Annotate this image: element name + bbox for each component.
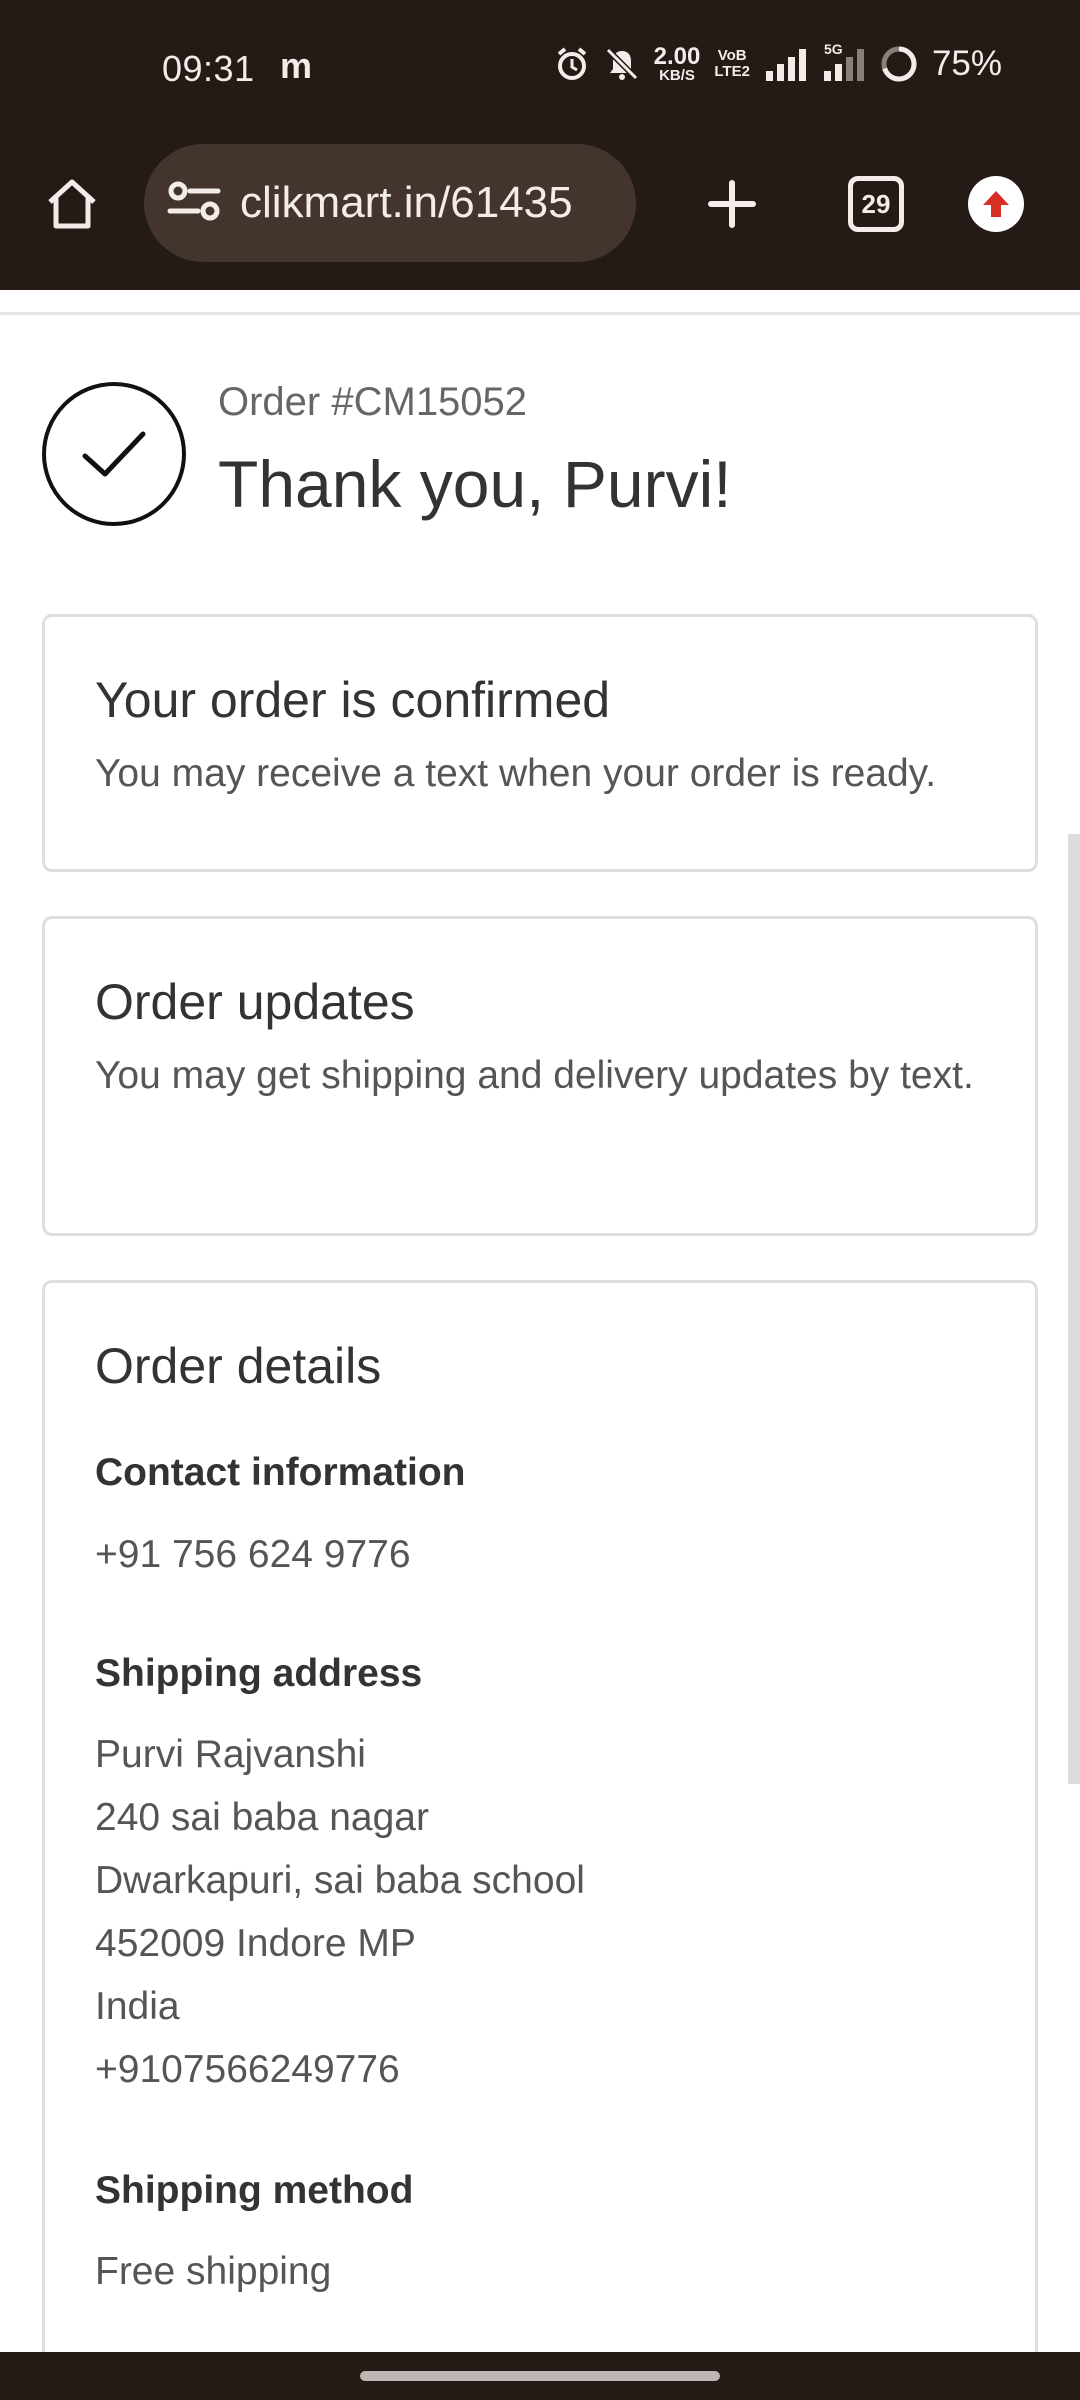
address-line: India: [95, 1985, 180, 2028]
order-details-card: Order details Contact information +91 75…: [42, 1280, 1038, 2400]
order-updates-card: Order updates You may get shipping and d…: [42, 916, 1038, 1236]
update-arrow-icon: [983, 191, 1009, 217]
status-bar: 09:31 m 2.00 KB/S VoB LTE2 5G 75%: [0, 0, 1080, 140]
thank-you-heading: Thank you, Purvi!: [218, 447, 732, 521]
battery-icon: [880, 45, 918, 83]
network-5g-label: 5G: [823, 41, 843, 57]
shipping-method-value: Free shipping: [95, 2250, 332, 2293]
order-updates-text: You may get shipping and delivery update…: [95, 1054, 974, 1097]
address-line: +9107566249776: [95, 2048, 400, 2091]
status-indicators: 2.00 KB/S VoB LTE2 5G 75%: [554, 41, 1002, 84]
order-number: Order #CM15052: [218, 380, 528, 424]
alarm-icon: [554, 46, 590, 82]
address-line: Purvi Rajvanshi: [95, 1733, 366, 1776]
url-bar[interactable]: clikmart.in/61435: [144, 144, 636, 262]
order-updates-title: Order updates: [95, 974, 415, 1030]
checkmark-icon: [42, 382, 186, 526]
system-nav-bar: [0, 2352, 1080, 2400]
address-line: 452009 Indore MP: [95, 1922, 416, 1965]
net-speed-unit: KB/S: [659, 66, 695, 84]
order-confirmed-title: Your order is confirmed: [95, 672, 611, 728]
volte-top: VoB: [717, 47, 747, 64]
address-line: Dwarkapuri, sai baba school: [95, 1859, 585, 1902]
plus-icon: [708, 180, 756, 228]
site-settings-icon[interactable]: [166, 177, 222, 230]
browser-toolbar: clikmart.in/61435 29: [0, 140, 1080, 290]
status-time: 09:31: [162, 48, 255, 89]
update-button[interactable]: [968, 176, 1024, 232]
new-tab-button[interactable]: [696, 168, 768, 240]
net-speed-value: 2.00: [653, 42, 701, 70]
home-button[interactable]: [36, 168, 108, 240]
order-confirmed-card: Your order is confirmed You may receive …: [42, 614, 1038, 872]
battery-percent: 75%: [931, 44, 1002, 83]
shipping-address: Purvi Rajvanshi 240 sai baba nagar Dwark…: [95, 1723, 585, 2101]
address-line: 240 sai baba nagar: [95, 1796, 429, 1839]
shipping-address-label: Shipping address: [95, 1652, 423, 1695]
url-text[interactable]: clikmart.in/61435: [240, 178, 573, 228]
notification-app-icon: m: [280, 45, 313, 86]
signal-5g-icon: 5G: [822, 41, 866, 81]
contact-information-label: Contact information: [95, 1451, 466, 1494]
order-confirmed-text: You may receive a text when your order i…: [95, 752, 937, 795]
tab-switcher-button[interactable]: 29: [848, 176, 904, 232]
shipping-method-label: Shipping method: [95, 2169, 414, 2212]
signal-icon: [764, 47, 808, 81]
net-speed: 2.00 KB/S: [653, 42, 701, 84]
contact-phone: +91 756 624 9776: [95, 1533, 411, 1576]
scrollbar-thumb[interactable]: [1068, 834, 1080, 1784]
page-divider: [0, 312, 1080, 315]
home-icon: [48, 179, 96, 229]
volte-indicator: VoB LTE2: [714, 48, 750, 80]
volte-bottom: LTE2: [714, 63, 750, 80]
mute-icon: [604, 46, 640, 82]
home-gesture-handle[interactable]: [360, 2371, 720, 2381]
order-details-title: Order details: [95, 1338, 382, 1394]
